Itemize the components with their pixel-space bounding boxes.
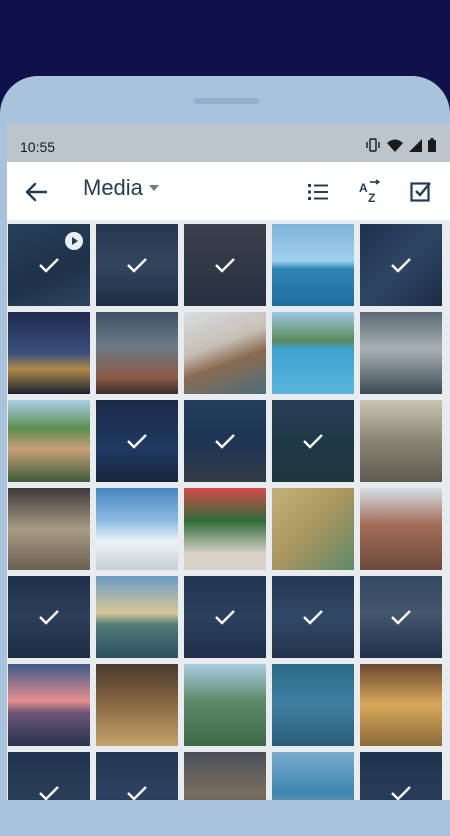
phone-speaker (193, 98, 259, 104)
photo-dark-night[interactable] (360, 752, 442, 800)
list-view-button[interactable] (305, 179, 331, 205)
svg-text:A: A (359, 181, 368, 195)
media-grid (7, 220, 450, 800)
checkmark-icon (39, 610, 59, 625)
photo-coastal-village[interactable] (8, 400, 90, 482)
photo-pool-reflection[interactable] (272, 752, 354, 800)
checkmark-icon (215, 258, 235, 273)
photo-old-street[interactable] (360, 400, 442, 482)
checkmark-icon (39, 258, 59, 273)
photo-green-hills[interactable] (272, 400, 354, 482)
checkmark-icon (391, 786, 411, 800)
photo-rock-formation[interactable] (360, 488, 442, 570)
app-bar: Media A Z (7, 162, 450, 220)
arrow-back-icon (25, 182, 47, 202)
checkmark-icon (391, 610, 411, 625)
status-time: 10:55 (20, 139, 56, 155)
photo-building-facade[interactable] (184, 224, 266, 306)
checkbox-icon (410, 182, 431, 202)
dropdown-arrow-icon (148, 185, 159, 191)
photo-board-game[interactable] (272, 488, 354, 570)
checkmark-icon (303, 434, 323, 449)
photo-dark-interior[interactable] (8, 576, 90, 658)
checkmark-icon (215, 610, 235, 625)
list-view-icon (308, 184, 328, 200)
sort-button[interactable]: A Z (356, 177, 384, 207)
photo-dark-door[interactable] (184, 576, 266, 658)
select-all-button[interactable] (408, 178, 434, 204)
photo-palace-hall[interactable] (8, 488, 90, 570)
page-title: Media (83, 175, 143, 200)
photo-snow-field[interactable] (96, 488, 178, 570)
photo-mountain-mist[interactable] (360, 576, 442, 658)
battery-icon (428, 138, 436, 157)
status-bar: 10:55 (7, 124, 450, 162)
photo-sunset-clouds[interactable] (96, 224, 178, 306)
photo-dark-landscape[interactable] (96, 752, 178, 800)
photo-beach-sunset[interactable] (96, 576, 178, 658)
photo-old-town[interactable] (184, 752, 266, 800)
checkmark-icon (127, 786, 147, 800)
checkmark-icon (303, 610, 323, 625)
photo-sea-rock[interactable] (272, 224, 354, 306)
checkmark-icon (127, 258, 147, 273)
back-button[interactable] (23, 179, 49, 205)
sort-az-icon: A Z (359, 179, 381, 205)
photo-city-aerial[interactable] (8, 224, 90, 306)
photo-library-desk[interactable] (96, 664, 178, 746)
phone-screen: 10:55 Media A Z (7, 124, 450, 800)
photo-night-reflection[interactable] (96, 400, 178, 482)
play-icon (65, 232, 83, 250)
photo-mountain-valley[interactable] (184, 664, 266, 746)
photo-night-city[interactable] (8, 312, 90, 394)
photo-dark-lights[interactable] (360, 224, 442, 306)
photo-table-top[interactable] (272, 576, 354, 658)
photo-skyscraper-night[interactable] (96, 312, 178, 394)
checkmark-icon (391, 258, 411, 273)
photo-cafe-food[interactable] (360, 664, 442, 746)
photo-rocky-coast[interactable] (184, 400, 266, 482)
photo-pink-sunset[interactable] (8, 664, 90, 746)
checkmark-icon (39, 786, 59, 800)
media-title-dropdown[interactable]: Media (83, 175, 159, 201)
status-icons (365, 138, 436, 157)
wifi-icon (387, 139, 403, 157)
photo-dark-mountains[interactable] (8, 752, 90, 800)
checkmark-icon (127, 434, 147, 449)
svg-text:Z: Z (368, 191, 375, 205)
signal-icon (409, 138, 422, 157)
checkmark-icon (215, 434, 235, 449)
vibrate-icon (365, 138, 381, 157)
photo-boat-wake[interactable] (272, 664, 354, 746)
photo-harbor-boats[interactable] (272, 312, 354, 394)
photo-cliff-sea[interactable] (184, 312, 266, 394)
photo-stormy-sea[interactable] (360, 312, 442, 394)
photo-christmas-tree[interactable] (184, 488, 266, 570)
